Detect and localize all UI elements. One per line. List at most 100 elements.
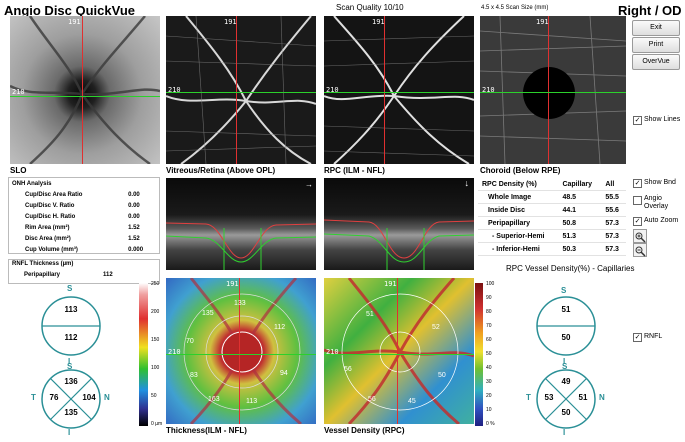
onh-row-label: Cup/Disc H. Ratio — [25, 213, 76, 220]
rpc-row-cell: 50.3 — [558, 242, 602, 256]
rnfl-checkbox[interactable]: ✓ — [633, 333, 642, 342]
vitreous-caption: Vitreous/Retina (Above OPL) — [166, 166, 276, 175]
density-scale-tick: 90 — [486, 295, 492, 301]
thickness-label: 113 — [246, 398, 258, 405]
thickness-scale-tick: 250 — [151, 281, 160, 287]
vessel-density-overlay — [324, 278, 474, 424]
right-quad-right-value: 51 — [578, 393, 588, 402]
density-scale-tick: 70 — [486, 323, 492, 329]
thickness-map[interactable]: 191 210 133 135 112 70 83 94 163 113 — [166, 278, 316, 424]
onh-row-value: 0.000 — [128, 246, 144, 253]
left-quad-bottom-value: 135 — [64, 408, 78, 417]
rpc-scan-h: 191 — [372, 18, 385, 26]
onh-row-value: 0.00 — [128, 213, 140, 220]
rpc-row-cell: 57.3 — [601, 229, 626, 243]
onh-row-label: Disc Area (mm²) — [25, 235, 71, 242]
thickness-scale-tick: 200 — [151, 309, 160, 315]
density-label: 56 — [368, 396, 376, 403]
zoom-in-button[interactable] — [633, 229, 647, 243]
thickness-caption: Thickness(ILM - NFL) — [166, 426, 247, 435]
show-bnd-checkbox[interactable]: ✓ — [633, 179, 642, 188]
scan-size: 4.5 x 4.5 Scan Size (mm) — [481, 5, 549, 11]
overvue-button[interactable]: OverVue — [632, 54, 680, 70]
slo-image[interactable]: 191 210 — [10, 16, 160, 164]
density-scale-tick: 100 — [486, 281, 495, 287]
onh-row-value: 0.00 — [128, 191, 140, 198]
scan-quality: Scan Quality 10/10 — [336, 3, 404, 12]
left-quad-right-value: 104 — [82, 393, 96, 402]
thickness-scale-tick: 50 — [151, 393, 157, 399]
left-quad-i-label: I — [68, 428, 71, 437]
left-hemi-top-value: 113 — [64, 305, 78, 314]
thickness-scale-tick: 100 — [151, 365, 160, 371]
eye-label: Right / OD — [618, 3, 682, 18]
vessel-density-map[interactable]: 191 210 51 52 56 50 56 45 — [324, 278, 474, 424]
angio-overlay-label-1: Angio — [644, 195, 662, 202]
choroid-texture — [480, 16, 626, 164]
onh-table: ONH Analysis Cup/Disc Area Ratio 0.00 Cup… — [9, 178, 157, 255]
density-scan-h: 191 — [384, 280, 397, 288]
onh-row-label: Cup/Disc Area Ratio — [25, 191, 83, 198]
auto-zoom-label: Auto Zoom — [644, 217, 679, 224]
thickness-scale-tick: 150 — [151, 337, 160, 343]
rpc-vessel-density-title: RPC Vessel Density(%) - Capillaries — [506, 264, 635, 273]
slo-scan-h: 191 — [68, 18, 81, 26]
thickness-scan-h: 191 — [226, 280, 239, 288]
thickness-label: 112 — [274, 324, 286, 331]
rpc-image[interactable]: 191 210 — [324, 16, 474, 164]
choroid-scan-h: 191 — [536, 18, 549, 26]
zoom-out-button[interactable] — [633, 243, 647, 257]
rnfl-header: RNFL Thickness (µm) — [12, 261, 74, 267]
rpc-row-cell: 55.5 — [601, 190, 626, 204]
right-quad-n-label: N — [599, 393, 605, 402]
rnfl-peripapillary-label: Peripapillary — [24, 272, 61, 278]
rpc-vessels — [324, 16, 474, 164]
arrow-right-icon: → — [305, 180, 313, 189]
print-button[interactable]: Print — [632, 37, 680, 53]
rpc-header-cell: RPC Density (%) — [478, 178, 559, 191]
rpc-row-label: - Superior-Hemi — [478, 229, 559, 243]
rnfl-peripapillary-value: 112 — [103, 272, 113, 278]
density-scale-tick: 20 — [486, 393, 492, 399]
onh-row-label: Cup Volume (mm³) — [25, 246, 78, 253]
angio-overlay-label-2: Overlay — [644, 203, 669, 210]
rpc-row-cell: 57.3 — [601, 216, 626, 230]
density-label: 45 — [408, 398, 416, 405]
rpc-row-cell: 48.5 — [558, 190, 602, 204]
rpc-scan-v: 210 — [326, 86, 339, 94]
oct-bscan-rpc-layers — [324, 219, 474, 270]
onh-row-value: 1.52 — [128, 224, 140, 231]
angio-overlay-checkbox[interactable] — [633, 196, 642, 205]
exit-button[interactable]: Exit — [632, 20, 680, 36]
density-label: 50 — [438, 372, 446, 379]
density-label: 52 — [432, 324, 440, 331]
rpc-header-cell: All — [601, 178, 626, 191]
oct-bscan-rpc[interactable]: ↓ — [324, 178, 474, 270]
thickness-scan-v: 210 — [168, 348, 181, 356]
rpc-header-cell: Capillary — [558, 178, 602, 191]
density-scale-tick: 40 — [486, 365, 492, 371]
right-quad-top-value: 49 — [561, 377, 571, 386]
onh-row-value: 1.52 — [128, 235, 140, 242]
right-hemi-bottom-value: 50 — [561, 333, 571, 342]
slo-scan-v: 210 — [12, 88, 25, 96]
rpc-row-label: - Inferior-Hemi — [478, 242, 559, 256]
density-scale-tick: 50 — [486, 351, 492, 357]
auto-zoom-checkbox[interactable]: ✓ — [633, 217, 642, 226]
slo-vessels — [10, 16, 160, 164]
choroid-image[interactable]: 191 210 — [480, 16, 626, 164]
zoom-out-icon — [635, 246, 646, 257]
rpc-row-label: Peripapillary — [478, 216, 559, 230]
rpc-row-cell: 51.3 — [558, 229, 602, 243]
vitreous-image[interactable]: 191 210 — [166, 16, 316, 164]
thickness-color-scale — [139, 283, 148, 426]
density-scale-tick: 0 % — [486, 421, 495, 427]
density-scale-tick: 80 — [486, 309, 492, 315]
rpc-caption: RPC (ILM - NFL) — [324, 166, 385, 175]
onh-header: ONH Analysis — [12, 180, 52, 187]
oct-bscan-vitreous[interactable]: → — [166, 178, 316, 270]
show-lines-checkbox[interactable]: ✓ — [633, 116, 642, 125]
rpc-row-cell: 50.8 — [558, 216, 602, 230]
thickness-label: 83 — [190, 372, 198, 379]
density-scan-v: 210 — [326, 348, 339, 356]
